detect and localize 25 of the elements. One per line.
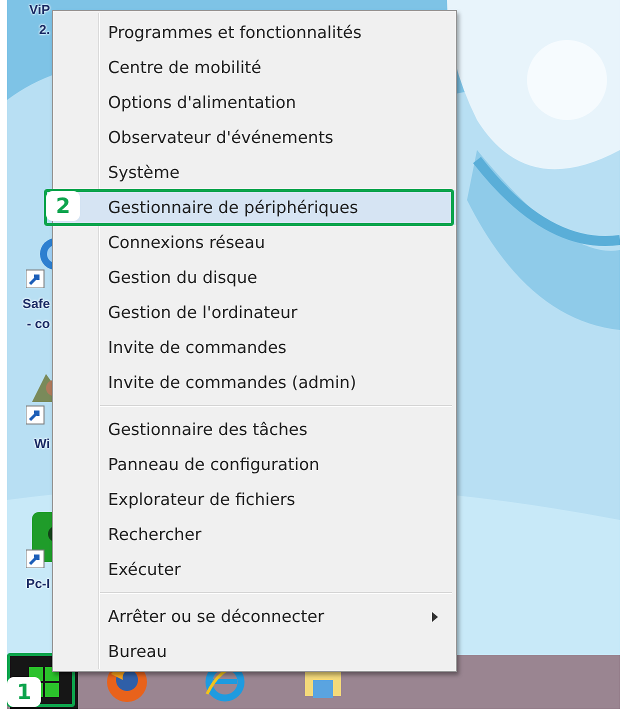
menu-item[interactable]: Bureau bbox=[53, 634, 456, 669]
menu-item[interactable]: Gestionnaire des tâches bbox=[53, 412, 456, 447]
desktop-icon-label: Wi bbox=[34, 435, 50, 453]
desktop-icon-label: Safe bbox=[22, 295, 50, 313]
menu-item[interactable]: Exécuter bbox=[53, 552, 456, 587]
menu-item[interactable]: Gestion de l'ordinateur bbox=[53, 295, 456, 330]
menu-item[interactable]: Invite de commandes (admin) bbox=[53, 365, 456, 400]
menu-item[interactable]: Rechercher bbox=[53, 517, 456, 552]
menu-item[interactable]: Panneau de configuration bbox=[53, 447, 456, 482]
menu-item[interactable]: Système bbox=[53, 155, 456, 190]
menu-item[interactable]: Arrêter ou se déconnecter bbox=[53, 599, 456, 634]
step-badge: 1 bbox=[7, 677, 41, 707]
menu-item[interactable]: Programmes et fonctionnalités bbox=[53, 15, 456, 50]
step-badge: 2 bbox=[46, 191, 80, 221]
desktop-icon-label: - co bbox=[26, 315, 50, 333]
menu-item[interactable]: Options d'alimentation bbox=[53, 85, 456, 120]
menu-item[interactable]: Connexions réseau bbox=[53, 225, 456, 260]
menu-item[interactable]: Gestion du disque bbox=[53, 260, 456, 295]
menu-item[interactable]: Centre de mobilité bbox=[53, 50, 456, 85]
desktop-icon-label: Pc-I bbox=[26, 575, 50, 593]
desktop-icon-label: ViP bbox=[29, 1, 50, 19]
menu-item[interactable]: Invite de commandes bbox=[53, 330, 456, 365]
menu-item[interactable]: Observateur d'événements bbox=[53, 120, 456, 155]
menu-item[interactable]: Explorateur de fichiers bbox=[53, 482, 456, 517]
desktop-icon-label: 2. bbox=[39, 21, 50, 39]
